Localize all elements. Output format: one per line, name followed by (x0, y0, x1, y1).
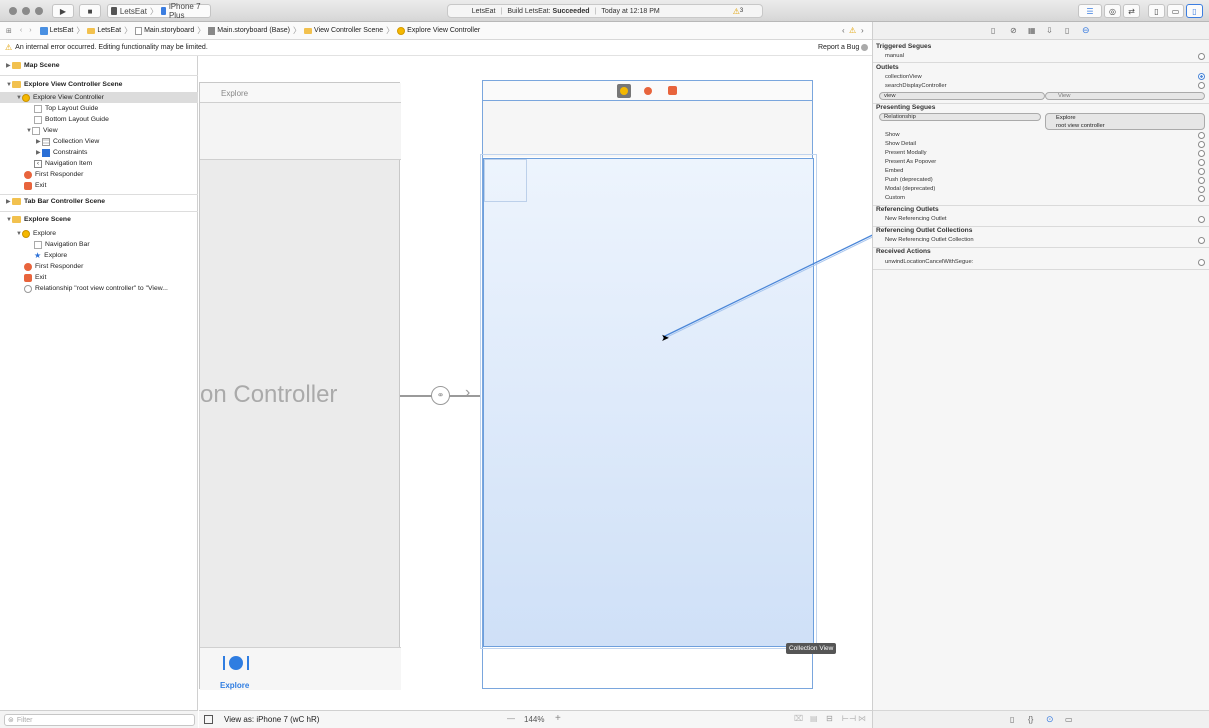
connection-circle-embed[interactable] (1198, 168, 1205, 175)
new-referencing-outlet: New Referencing Outlet (885, 216, 947, 222)
outlet-view-target[interactable]: View (1045, 92, 1205, 100)
connection-circle-present-modally[interactable] (1198, 150, 1205, 157)
divider (873, 62, 1209, 63)
pin-icon[interactable]: ⊢⊣ (842, 714, 856, 723)
cursor-icon: ➤ (661, 333, 670, 344)
connection-circle-custom[interactable] (1198, 195, 1205, 202)
view-as-device[interactable]: View as: iPhone 7 (wC hR) (224, 715, 319, 724)
canvas-bottom-bar: View as: iPhone 7 (wC hR) — 144% + ⌧ ▤ ⊟… (199, 710, 872, 728)
zoom-in-button[interactable]: + (555, 713, 561, 724)
align-icon[interactable]: ⊟ (826, 714, 833, 723)
file-template-icon[interactable]: ▯ (1010, 715, 1014, 724)
segue-show-detail: Show Detail (885, 141, 916, 147)
zoom-out-button[interactable]: — (507, 714, 515, 723)
relationship-target-root: root view controller (1056, 123, 1105, 129)
outlet-searchdisplaycontroller: searchDisplayController (885, 83, 947, 89)
connection-circle-push[interactable] (1198, 177, 1205, 184)
file-inspector-icon[interactable]: ▯ (991, 26, 995, 35)
segue-embed: Embed (885, 168, 904, 174)
relationship-target-explore: Explore (1056, 115, 1076, 121)
connection-circle-ref-outlet[interactable] (1198, 216, 1205, 223)
connections-inspector: ▯ ⊘ ▦ ⇩ ▯ ⊖ Triggered Segues manual Outl… (872, 22, 1209, 728)
connection-circle-searchdisplay[interactable] (1198, 82, 1205, 89)
object-library-icon[interactable]: ⊙ (1046, 714, 1054, 725)
update-frames-icon[interactable]: ⌧ (794, 714, 803, 723)
section-referencing-outlet-collections: Referencing Outlet Collections (876, 227, 973, 234)
connection-circle-manual[interactable] (1198, 53, 1205, 60)
connection-circle-ref-collection[interactable] (1198, 237, 1205, 244)
section-outlets: Outlets (876, 64, 899, 71)
inspector-tabs: ▯ ⊘ ▦ ⇩ ▯ ⊖ (873, 22, 1209, 40)
new-referencing-outlet-collection: New Referencing Outlet Collection (885, 237, 974, 243)
outlet-view-pill[interactable]: view (879, 92, 1045, 100)
section-presenting-segues: Presenting Segues (876, 104, 936, 111)
segue-present-popover: Present As Popover (885, 159, 937, 165)
segue-manual: manual (885, 53, 905, 59)
relationship-pill[interactable]: Relationship (879, 113, 1041, 121)
connection-circle-unwind[interactable] (1198, 259, 1205, 266)
section-triggered-segues: Triggered Segues (876, 43, 932, 50)
connection-circle-popover[interactable] (1198, 159, 1205, 166)
stack-icon[interactable]: ▤ (810, 714, 818, 723)
segue-show: Show (885, 132, 900, 138)
code-snippet-icon[interactable]: {} (1028, 715, 1033, 724)
library-tabs: ▯ {} ⊙ ▭ (873, 710, 1209, 728)
resolve-icon[interactable]: ⋈ (858, 714, 866, 723)
segue-modal: Modal (deprecated) (885, 186, 936, 192)
help-inspector-icon[interactable]: ⊘ (1010, 26, 1017, 35)
action-unwind: unwindLocationCancelWithSegue: (885, 259, 974, 265)
connections-inspector-icon[interactable]: ⊖ (1082, 25, 1090, 36)
toggle-outline-icon[interactable] (204, 715, 213, 724)
connection-circle-modal[interactable] (1198, 186, 1205, 193)
attributes-inspector-icon[interactable]: ⇩ (1046, 26, 1053, 35)
outlet-collectionview: collectionView (885, 74, 922, 80)
media-library-icon[interactable]: ▭ (1065, 715, 1073, 724)
divider (873, 269, 1209, 270)
segue-custom: Custom (885, 195, 905, 201)
connection-circle-show-detail[interactable] (1198, 141, 1205, 148)
connection-circle-collectionview[interactable] (1198, 73, 1205, 80)
segue-present-modally: Present Modally (885, 150, 927, 156)
identity-inspector-icon[interactable]: ▦ (1028, 26, 1036, 35)
segue-push: Push (deprecated) (885, 177, 933, 183)
size-inspector-icon[interactable]: ▯ (1065, 26, 1069, 35)
relationship-target-box[interactable]: Explore root view controller (1045, 113, 1205, 130)
zoom-level: 144% (524, 715, 545, 724)
section-received-actions: Received Actions (876, 248, 931, 255)
connection-circle-show[interactable] (1198, 132, 1205, 139)
section-referencing-outlets: Referencing Outlets (876, 206, 939, 213)
